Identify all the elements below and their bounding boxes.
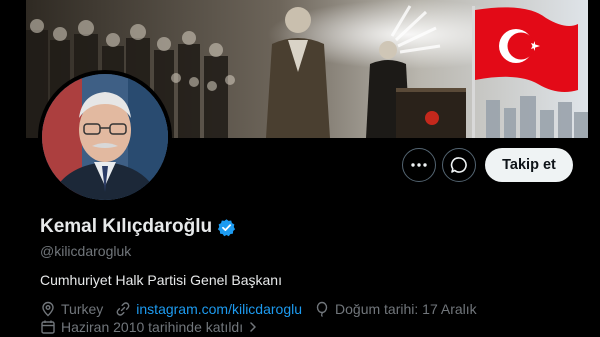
- profile-bio: Cumhuriyet Halk Partisi Genel Başkanı: [40, 272, 282, 288]
- follow-button[interactable]: Takip et: [485, 148, 573, 182]
- profile-meta: Turkey instagram.com/kilicdaroglu Doğum …: [40, 301, 489, 317]
- joined-text: Haziran 2010 tarihinde katıldı: [61, 319, 244, 335]
- more-options-button[interactable]: [402, 148, 436, 182]
- avatar-portrait: [42, 74, 168, 200]
- balloon-icon: [316, 301, 328, 317]
- right-margin: [588, 0, 600, 337]
- avatar-photo: [42, 74, 168, 200]
- chevron-right-icon: [250, 322, 256, 332]
- location-pin-icon: [42, 301, 54, 317]
- more-icon: [411, 163, 427, 167]
- profile-name-row: Kemal Kılıçdaroğlu: [40, 216, 236, 238]
- message-icon: [450, 157, 467, 173]
- website-item[interactable]: instagram.com/kilicdaroglu: [115, 301, 302, 317]
- calendar-icon: [41, 320, 55, 334]
- verified-badge-icon[interactable]: [217, 218, 236, 237]
- location-item: Turkey: [40, 301, 103, 317]
- message-button[interactable]: [442, 148, 476, 182]
- left-margin: [0, 0, 26, 337]
- website-link[interactable]: instagram.com/kilicdaroglu: [136, 301, 302, 317]
- link-icon: [116, 302, 130, 316]
- birthday-text: Doğum tarihi: 17 Aralık: [335, 301, 477, 317]
- location-text: Turkey: [61, 301, 104, 317]
- birthday-item: Doğum tarihi: 17 Aralık: [314, 301, 477, 317]
- profile-avatar[interactable]: [38, 70, 172, 204]
- joined-item[interactable]: Haziran 2010 tarihinde katıldı: [40, 319, 264, 335]
- profile-page: Takip et Kemal Kılıçdaroğlu @kilicdarogl…: [0, 0, 600, 337]
- profile-handle: @kilicdarogluk: [40, 243, 132, 259]
- display-name: Kemal Kılıçdaroğlu: [40, 216, 213, 237]
